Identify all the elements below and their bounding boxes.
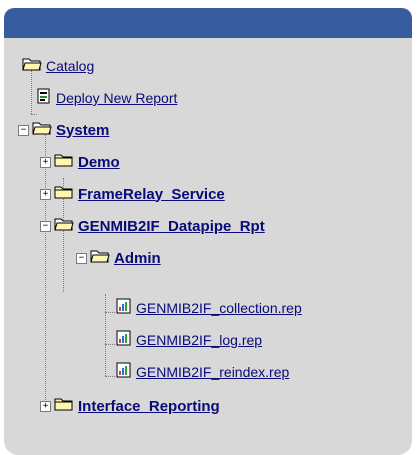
tree-connector	[105, 376, 115, 377]
tree-connector	[105, 312, 115, 313]
tree-connector	[105, 344, 115, 345]
tree-label-framerelay-service[interactable]: FrameRelay_Service	[78, 186, 225, 203]
tree-connector	[31, 114, 37, 115]
tree-node-catalog[interactable]: Catalog	[22, 54, 94, 78]
tree-connector	[105, 294, 106, 376]
folder-closed-icon	[54, 397, 74, 416]
expand-toggle-icon[interactable]: +	[40, 400, 51, 412]
tree-node-report[interactable]: GENMIB2IF_collection.rep	[116, 296, 302, 320]
report-icon	[116, 362, 132, 383]
tree-label-report[interactable]: GENMIB2IF_log.rep	[136, 332, 262, 348]
tree-node-system[interactable]: − System	[18, 118, 109, 142]
tree-label-interface-reporting[interactable]: Interface_Reporting	[78, 398, 220, 415]
tree-label-report[interactable]: GENMIB2IF_reindex.rep	[136, 364, 289, 380]
tree-label-admin[interactable]: Admin	[114, 250, 161, 267]
folder-open-icon	[32, 121, 52, 140]
tree-node-admin[interactable]: − Admin	[76, 246, 161, 270]
collapse-toggle-icon[interactable]: −	[18, 124, 29, 136]
tree-label-genmib2if-datapipe-rpt[interactable]: GENMIB2IF_Datapipe_Rpt	[78, 218, 265, 235]
folder-open-icon	[22, 57, 42, 76]
report-icon	[116, 298, 132, 319]
tree-label-catalog[interactable]: Catalog	[46, 58, 94, 74]
tree-node-demo[interactable]: + Demo	[40, 150, 120, 174]
tree-node-genmib2if-datapipe-rpt[interactable]: − GENMIB2IF_Datapipe_Rpt	[40, 214, 265, 238]
catalog-tree: Catalog Deploy New Report − System + Dem…	[4, 38, 412, 415]
tree-node-report[interactable]: GENMIB2IF_reindex.rep	[116, 360, 289, 384]
collapse-toggle-icon[interactable]: −	[40, 220, 51, 232]
expand-toggle-icon[interactable]: +	[40, 156, 51, 168]
panel-header	[4, 8, 412, 38]
tree-label-deploy-new-report[interactable]: Deploy New Report	[56, 90, 177, 106]
tree-node-deploy-new-report[interactable]: Deploy New Report	[36, 86, 177, 110]
collapse-toggle-icon[interactable]: −	[76, 252, 87, 264]
tree-node-framerelay-service[interactable]: + FrameRelay_Service	[40, 182, 225, 206]
tree-node-report[interactable]: GENMIB2IF_log.rep	[116, 328, 262, 352]
tree-label-system[interactable]: System	[56, 122, 109, 139]
folder-closed-icon	[54, 153, 74, 172]
folder-open-icon	[90, 249, 110, 268]
tree-label-report[interactable]: GENMIB2IF_collection.rep	[136, 300, 302, 316]
expand-toggle-icon[interactable]: +	[40, 188, 51, 200]
deploy-report-icon	[36, 88, 52, 109]
catalog-panel: Catalog Deploy New Report − System + Dem…	[4, 8, 412, 455]
report-icon	[116, 330, 132, 351]
folder-open-icon	[54, 217, 74, 236]
tree-node-interface-reporting[interactable]: + Interface_Reporting	[40, 394, 220, 418]
folder-closed-icon	[54, 185, 74, 204]
tree-label-demo[interactable]: Demo	[78, 154, 120, 171]
